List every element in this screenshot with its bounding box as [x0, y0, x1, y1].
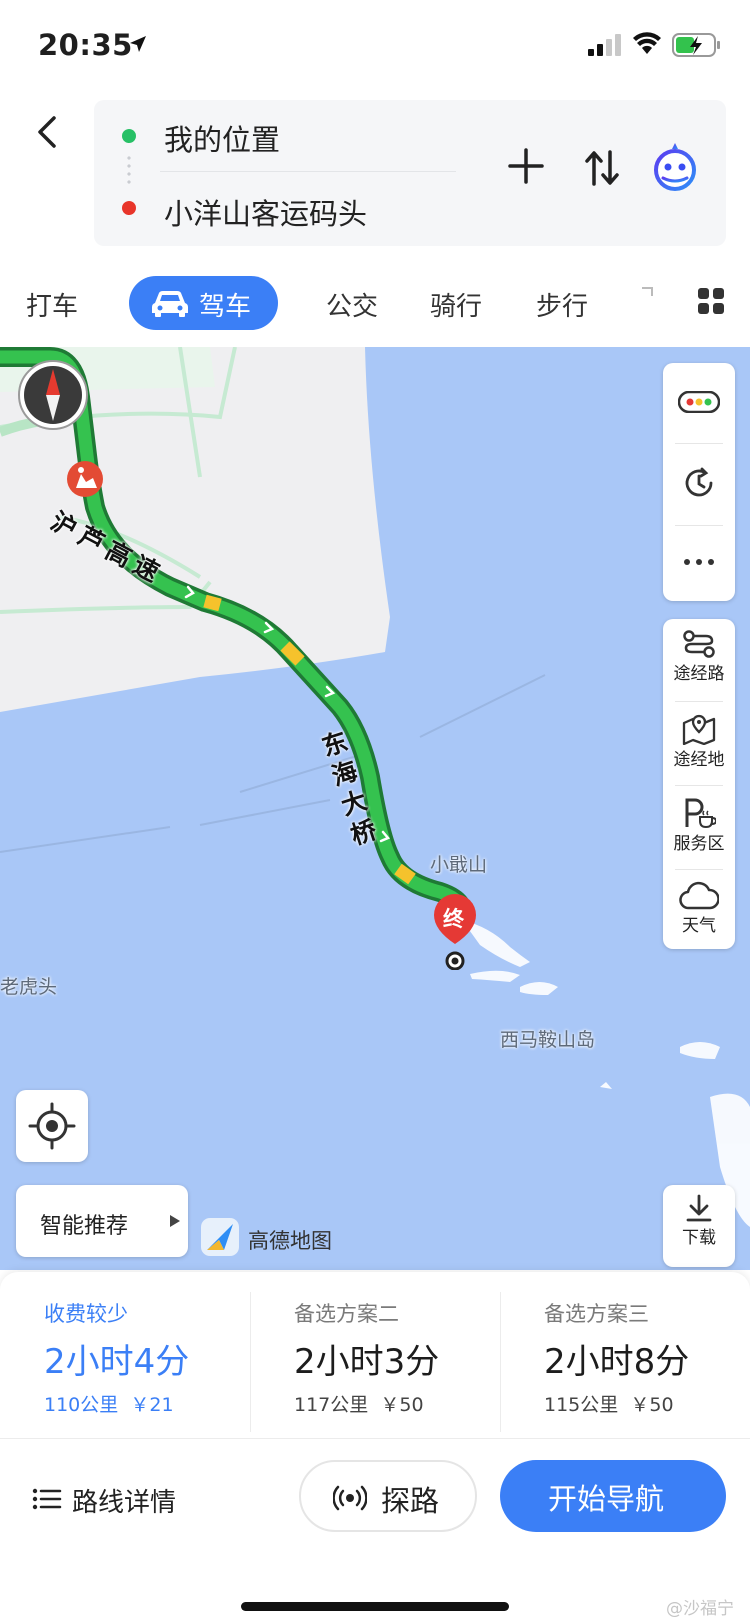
origin-dot — [122, 129, 136, 143]
place-label-xiaojishan: 小戢山 — [430, 854, 488, 876]
option-meta: 110公里 ￥21 — [44, 1390, 174, 1417]
route-option-1[interactable]: 收费较少 2小时4分 110公里 ￥21 — [0, 1272, 250, 1438]
place-label-ximaanshan: 西马鞍山岛 — [500, 1029, 596, 1051]
map-view[interactable]: 沪芦高速 东海大桥 小戢山 西马鞍山岛 老虎头 终 途经路 途经地 服务区 天气… — [0, 347, 750, 1270]
partial-tab-icon — [642, 287, 653, 296]
option-title: 备选方案三 — [544, 1302, 649, 1326]
compass-icon[interactable] — [17, 359, 89, 431]
more-button[interactable] — [663, 557, 735, 567]
battery-charging-icon — [672, 33, 720, 57]
tab-drive-label: 驾车 — [199, 292, 252, 322]
play-arrow-icon — [170, 1215, 180, 1227]
download-button[interactable]: 下载 — [663, 1185, 735, 1267]
option-distance: 115公里 — [544, 1394, 619, 1416]
option-duration: 2小时8分 — [544, 1342, 690, 1382]
locate-button[interactable] — [16, 1090, 88, 1162]
start-navigation-label: 开始导航 — [548, 1482, 665, 1516]
service-area-label: 服务区 — [673, 834, 725, 854]
smart-recommend-label: 智能推荐 — [40, 1214, 129, 1239]
weather-icon — [679, 881, 719, 910]
traffic-toggle[interactable] — [663, 391, 735, 413]
amap-logo-icon — [201, 1218, 239, 1256]
tab-walk[interactable]: 步行 — [536, 286, 588, 323]
voice-assistant-icon[interactable] — [648, 140, 702, 194]
explore-route-button[interactable]: 探路 — [299, 1460, 477, 1532]
route-divider — [160, 171, 456, 172]
option-distance: 110公里 — [44, 1394, 119, 1416]
option-duration: 2小时4分 — [44, 1342, 190, 1382]
tab-taxi[interactable]: 打车 — [26, 286, 78, 323]
service-area-button[interactable]: 服务区 — [663, 797, 735, 854]
wifi-icon — [633, 32, 661, 54]
route-option-3[interactable]: 备选方案三 2小时8分 115公里 ￥50 — [500, 1272, 750, 1438]
waypoint-place-icon — [682, 714, 716, 745]
smart-recommend-button[interactable]: 智能推荐 — [16, 1185, 188, 1257]
destination-pin-label: 终 — [443, 907, 464, 931]
time-plan-button[interactable] — [663, 465, 735, 501]
more-icon — [684, 559, 714, 565]
option-price: ￥21 — [130, 1394, 174, 1416]
back-icon[interactable] — [28, 112, 68, 152]
destination-dot — [122, 201, 136, 215]
map-tools-panel — [663, 363, 735, 601]
place-label-laohutou: 老虎头 — [0, 976, 58, 998]
add-waypoint-icon[interactable] — [508, 148, 544, 184]
broadcast-icon — [333, 1485, 367, 1511]
service-area-icon — [685, 798, 716, 829]
traffic-light-icon — [678, 391, 720, 413]
tab-drive[interactable]: 驾车 — [129, 276, 278, 330]
destination-field[interactable]: 小洋山客运码头 — [164, 191, 367, 233]
amap-logo-text: 高德地图 — [248, 1229, 332, 1253]
watermark: @沙福宁 — [666, 1599, 734, 1619]
waypoint-place-button[interactable]: 途经地 — [663, 713, 735, 770]
grid-menu-icon[interactable] — [697, 287, 725, 315]
explore-route-label: 探路 — [381, 1484, 440, 1518]
status-time: 20:35 — [38, 28, 133, 62]
construction-icon[interactable] — [66, 460, 104, 498]
location-arrow-icon — [130, 36, 146, 52]
waypoint-route-button[interactable]: 途经路 — [663, 629, 735, 684]
option-distance: 117公里 — [294, 1394, 369, 1416]
waypoint-route-icon — [683, 630, 715, 658]
car-icon — [152, 291, 188, 317]
home-indicator — [241, 1602, 509, 1611]
route-options-sheet: 收费较少 2小时4分 110公里 ￥21 备选方案二 2小时3分 117公里 ￥… — [0, 1272, 750, 1624]
map-canvas — [0, 347, 750, 1227]
list-icon — [32, 1488, 62, 1510]
weather-button[interactable]: 天气 — [663, 881, 735, 936]
weather-label: 天气 — [682, 916, 716, 936]
option-meta: 117公里 ￥50 — [294, 1390, 424, 1417]
route-details-label: 路线详情 — [72, 1488, 177, 1518]
sheet-divider — [0, 1438, 750, 1439]
download-icon — [686, 1194, 712, 1222]
tab-bus[interactable]: 公交 — [326, 286, 378, 323]
travel-mode-tabs: 打车 驾车 公交 骑行 步行 — [0, 268, 750, 336]
swap-icon[interactable] — [584, 148, 620, 188]
origin-field[interactable]: 我的位置 — [164, 117, 280, 159]
waypoint-place-label: 途经地 — [673, 750, 725, 770]
route-tools-panel: 途经路 途经地 服务区 天气 — [663, 619, 735, 949]
option-price: ￥50 — [630, 1394, 674, 1416]
cellular-signal-icon — [588, 34, 621, 56]
option-title: 收费较少 — [44, 1302, 128, 1326]
option-duration: 2小时3分 — [294, 1342, 440, 1382]
tab-bike[interactable]: 骑行 — [430, 286, 482, 323]
start-navigation-button[interactable]: 开始导航 — [500, 1460, 726, 1532]
route-option-2[interactable]: 备选方案二 2小时3分 117公里 ￥50 — [250, 1272, 500, 1438]
clock-refresh-icon — [685, 467, 713, 497]
download-item: 下载 — [663, 1193, 735, 1248]
option-price: ￥50 — [380, 1394, 424, 1416]
status-bar: 20:35 — [0, 0, 750, 90]
option-title: 备选方案二 — [294, 1302, 399, 1326]
crosshair-icon — [28, 1102, 76, 1150]
waypoint-route-label: 途经路 — [673, 664, 725, 684]
download-label: 下载 — [682, 1228, 716, 1248]
route-connector — [127, 154, 131, 188]
option-meta: 115公里 ￥50 — [544, 1390, 674, 1417]
